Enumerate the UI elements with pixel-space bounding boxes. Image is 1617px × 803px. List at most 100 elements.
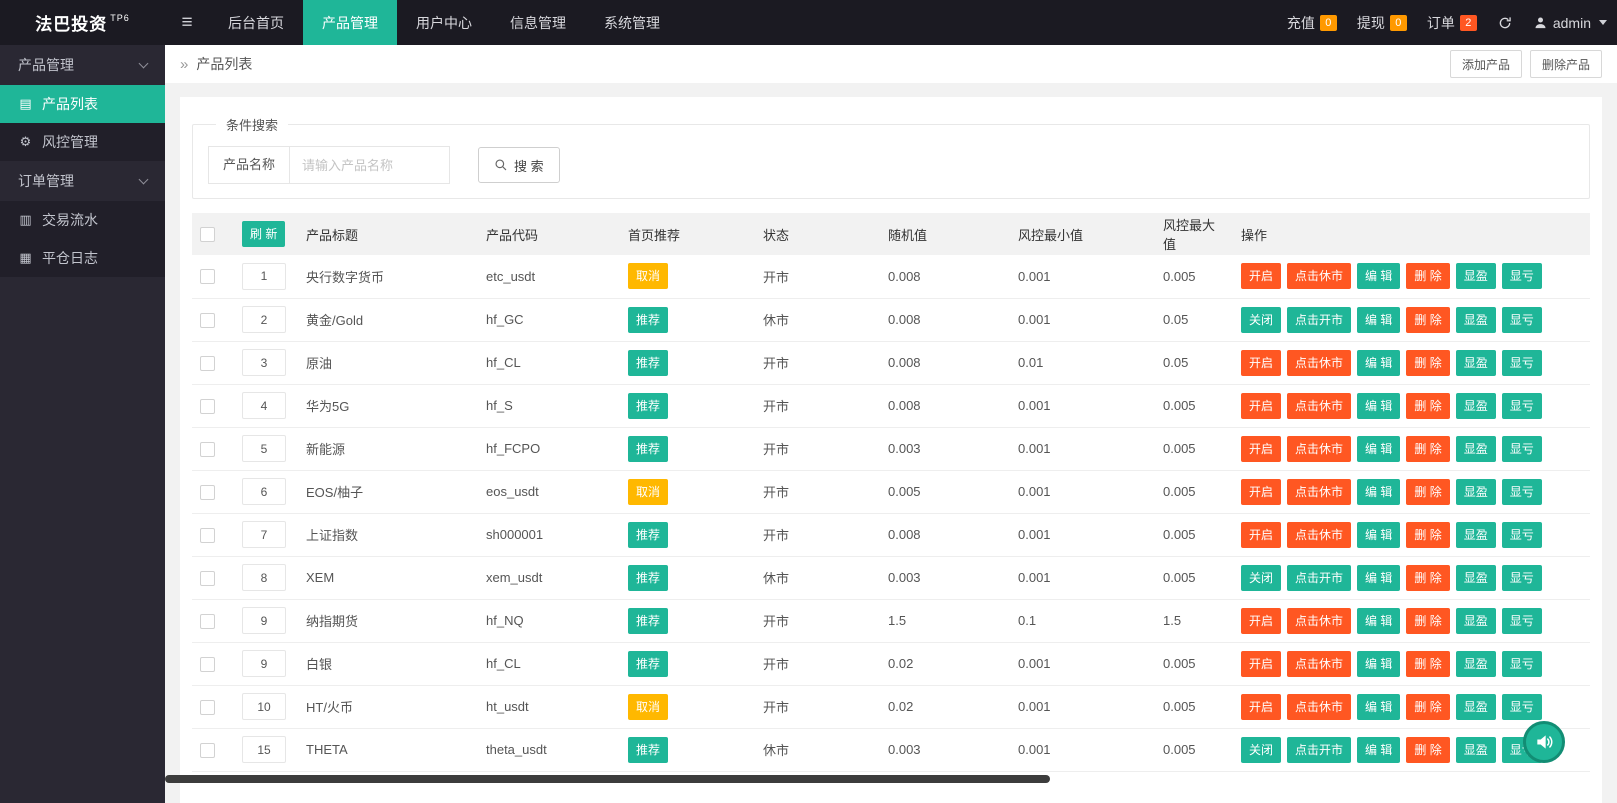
recommend-toggle-button[interactable]: 推荐	[628, 651, 668, 677]
sort-order-input[interactable]	[242, 564, 286, 591]
show-profit-button[interactable]: 显盈	[1456, 393, 1496, 419]
menu-toggle-icon[interactable]: ≡	[165, 0, 209, 45]
show-loss-button[interactable]: 显亏	[1502, 565, 1542, 591]
row-checkbox[interactable]	[200, 399, 215, 414]
open-close-button[interactable]: 开启	[1241, 350, 1281, 376]
recommend-toggle-button[interactable]: 取消	[628, 479, 668, 505]
edit-button[interactable]: 编 辑	[1357, 436, 1400, 462]
row-checkbox[interactable]	[200, 269, 215, 284]
recommend-toggle-button[interactable]: 取消	[628, 694, 668, 720]
recommend-toggle-button[interactable]: 推荐	[628, 737, 668, 763]
delete-button[interactable]: 删 除	[1406, 651, 1449, 677]
sort-order-input[interactable]	[242, 607, 286, 634]
nav-dashboard[interactable]: 后台首页	[209, 0, 303, 45]
nav-info-management[interactable]: 信息管理	[491, 0, 585, 45]
row-checkbox[interactable]	[200, 700, 215, 715]
show-loss-button[interactable]: 显亏	[1502, 263, 1542, 289]
search-button[interactable]: 搜 索	[478, 147, 560, 183]
sidebar-item-transactions[interactable]: ▥ 交易流水	[0, 201, 165, 239]
market-toggle-button[interactable]: 点击休市	[1287, 393, 1351, 419]
market-toggle-button[interactable]: 点击休市	[1287, 436, 1351, 462]
row-checkbox[interactable]	[200, 442, 215, 457]
market-toggle-button[interactable]: 点击休市	[1287, 350, 1351, 376]
edit-button[interactable]: 编 辑	[1357, 522, 1400, 548]
show-profit-button[interactable]: 显盈	[1456, 307, 1496, 333]
delete-button[interactable]: 删 除	[1406, 436, 1449, 462]
market-toggle-button[interactable]: 点击休市	[1287, 608, 1351, 634]
show-loss-button[interactable]: 显亏	[1502, 307, 1542, 333]
delete-button[interactable]: 删 除	[1406, 263, 1449, 289]
sidebar-item-close-log[interactable]: ▦ 平仓日志	[0, 239, 165, 277]
nav-system-management[interactable]: 系统管理	[585, 0, 679, 45]
show-loss-button[interactable]: 显亏	[1502, 393, 1542, 419]
sort-order-input[interactable]	[242, 349, 286, 376]
sidebar-group-orders[interactable]: 订单管理	[0, 161, 165, 201]
sidebar-item-product-list[interactable]: ▤ 产品列表	[0, 85, 165, 123]
market-toggle-button[interactable]: 点击开市	[1287, 307, 1351, 333]
edit-button[interactable]: 编 辑	[1357, 651, 1400, 677]
delete-button[interactable]: 删 除	[1406, 522, 1449, 548]
sort-order-input[interactable]	[242, 693, 286, 720]
row-checkbox[interactable]	[200, 485, 215, 500]
show-loss-button[interactable]: 显亏	[1502, 479, 1542, 505]
delete-button[interactable]: 删 除	[1406, 479, 1449, 505]
nav-user-center[interactable]: 用户中心	[397, 0, 491, 45]
edit-button[interactable]: 编 辑	[1357, 737, 1400, 763]
nav-product-management[interactable]: 产品管理	[303, 0, 397, 45]
open-close-button[interactable]: 关闭	[1241, 565, 1281, 591]
market-toggle-button[interactable]: 点击休市	[1287, 479, 1351, 505]
sort-order-input[interactable]	[242, 478, 286, 505]
recharge-link[interactable]: 充值 0	[1277, 0, 1347, 45]
delete-button[interactable]: 删 除	[1406, 608, 1449, 634]
delete-button[interactable]: 删 除	[1406, 307, 1449, 333]
sidebar-item-risk-control[interactable]: ⚙ 风控管理	[0, 123, 165, 161]
row-checkbox[interactable]	[200, 571, 215, 586]
add-product-button[interactable]: 添加产品	[1450, 50, 1522, 78]
market-toggle-button[interactable]: 点击休市	[1287, 694, 1351, 720]
sort-order-input[interactable]	[242, 435, 286, 462]
show-profit-button[interactable]: 显盈	[1456, 522, 1496, 548]
edit-button[interactable]: 编 辑	[1357, 479, 1400, 505]
delete-product-button[interactable]: 删除产品	[1530, 50, 1602, 78]
open-close-button[interactable]: 开启	[1241, 479, 1281, 505]
row-checkbox[interactable]	[200, 614, 215, 629]
edit-button[interactable]: 编 辑	[1357, 694, 1400, 720]
open-close-button[interactable]: 开启	[1241, 694, 1281, 720]
sound-fab-button[interactable]	[1523, 721, 1565, 763]
open-close-button[interactable]: 开启	[1241, 651, 1281, 677]
recommend-toggle-button[interactable]: 推荐	[628, 307, 668, 333]
sort-order-input[interactable]	[242, 263, 286, 290]
select-all-checkbox[interactable]	[200, 227, 215, 242]
horizontal-scrollbar-thumb[interactable]	[165, 775, 1050, 783]
row-checkbox[interactable]	[200, 313, 215, 328]
edit-button[interactable]: 编 辑	[1357, 565, 1400, 591]
recommend-toggle-button[interactable]: 推荐	[628, 393, 668, 419]
delete-button[interactable]: 删 除	[1406, 737, 1449, 763]
recommend-toggle-button[interactable]: 推荐	[628, 608, 668, 634]
orders-link[interactable]: 订单 2	[1417, 0, 1487, 45]
show-profit-button[interactable]: 显盈	[1456, 694, 1496, 720]
open-close-button[interactable]: 关闭	[1241, 307, 1281, 333]
sort-order-input[interactable]	[242, 392, 286, 419]
edit-button[interactable]: 编 辑	[1357, 393, 1400, 419]
admin-menu[interactable]: admin	[1523, 0, 1617, 45]
show-profit-button[interactable]: 显盈	[1456, 479, 1496, 505]
sort-order-input[interactable]	[242, 521, 286, 548]
show-loss-button[interactable]: 显亏	[1502, 436, 1542, 462]
edit-button[interactable]: 编 辑	[1357, 307, 1400, 333]
open-close-button[interactable]: 开启	[1241, 263, 1281, 289]
recommend-toggle-button[interactable]: 推荐	[628, 436, 668, 462]
product-name-input[interactable]	[290, 146, 450, 184]
show-profit-button[interactable]: 显盈	[1456, 565, 1496, 591]
sort-order-input[interactable]	[242, 650, 286, 677]
show-profit-button[interactable]: 显盈	[1456, 737, 1496, 763]
sort-order-input[interactable]	[242, 306, 286, 333]
row-checkbox[interactable]	[200, 743, 215, 758]
sort-order-input[interactable]	[242, 736, 286, 763]
show-loss-button[interactable]: 显亏	[1502, 694, 1542, 720]
open-close-button[interactable]: 开启	[1241, 608, 1281, 634]
recommend-toggle-button[interactable]: 推荐	[628, 350, 668, 376]
row-checkbox[interactable]	[200, 657, 215, 672]
open-close-button[interactable]: 开启	[1241, 393, 1281, 419]
show-profit-button[interactable]: 显盈	[1456, 350, 1496, 376]
